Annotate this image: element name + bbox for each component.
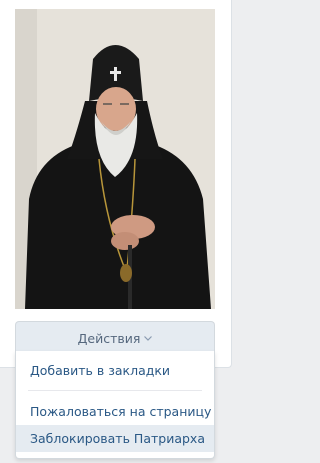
menu-separator (28, 390, 202, 391)
actions-dropdown-menu: Добавить в закладки Пожаловаться на стра… (15, 351, 215, 459)
profile-photo[interactable] (15, 9, 215, 309)
menu-item-block[interactable]: Заблокировать Патриарха (16, 425, 214, 452)
chevron-down-icon (144, 322, 153, 351)
menu-item-report-page[interactable]: Пожаловаться на страницу (16, 398, 214, 425)
actions-button[interactable]: Действия (15, 321, 215, 351)
actions-label: Действия (77, 331, 141, 346)
portrait-image (15, 9, 215, 309)
menu-item-add-bookmark[interactable]: Добавить в закладки (16, 357, 214, 384)
profile-card (0, 0, 232, 368)
